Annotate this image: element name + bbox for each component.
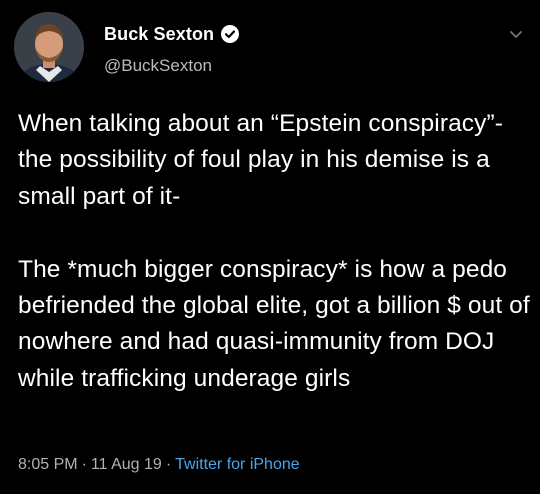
tweet-date: 11 Aug 19 (90, 456, 162, 473)
avatar[interactable] (14, 12, 84, 82)
tweet-source-link[interactable]: Twitter for iPhone (175, 456, 300, 474)
user-handle[interactable]: @BuckSexton (104, 56, 212, 76)
tweet-text: When talking about an “Epstein conspirac… (18, 110, 530, 392)
display-name[interactable]: Buck Sexton (104, 24, 214, 45)
avatar-photo (14, 12, 84, 82)
tweet-time: 8:05 PM (18, 456, 78, 473)
chevron-down-icon[interactable] (506, 24, 526, 44)
verified-badge-icon (220, 24, 240, 44)
tweet-meta: 8:05 PM · 11 Aug 19 · Twitter for iPhone (18, 456, 300, 474)
meta-separator: · (165, 456, 172, 473)
author-name-row[interactable]: Buck Sexton (104, 22, 240, 46)
meta-separator: · (81, 456, 87, 473)
